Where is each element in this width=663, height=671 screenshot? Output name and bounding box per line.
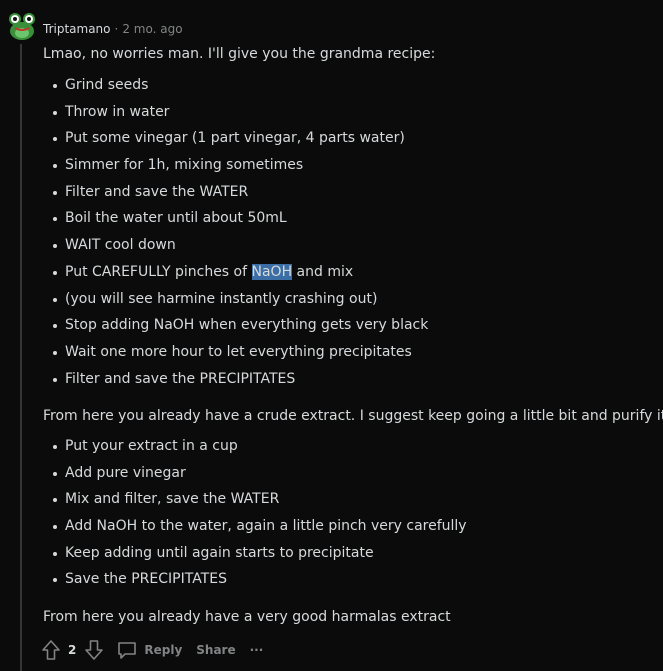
list-item: Filter and save the PRECIPITATES: [43, 366, 428, 393]
ellipsis-icon[interactable]: ···: [250, 643, 264, 657]
middle-paragraph: From here you already have a crude extra…: [43, 408, 663, 424]
step-text-before: Put CAREFULLY pinches of: [65, 263, 252, 280]
vote-count: 2: [68, 643, 77, 657]
arrow-down-icon[interactable]: [82, 638, 106, 662]
purify-list: Put your extract in a cup Add pure vineg…: [43, 433, 467, 593]
thread-line[interactable]: [20, 44, 22, 671]
reply-button[interactable]: Reply: [116, 639, 182, 661]
comment-actions: 2 Reply Share ···: [39, 638, 263, 662]
list-item: Boil the water until about 50mL: [43, 205, 428, 232]
comment-header: Triptamano · 2 mo. ago: [43, 20, 183, 38]
list-item: Stop adding NaOH when everything gets ve…: [43, 312, 428, 339]
intro-paragraph: Lmao, no worries man. I'll give you the …: [43, 46, 436, 62]
list-item: Mix and filter, save the WATER: [43, 486, 467, 513]
reply-label: Reply: [144, 643, 183, 657]
list-item: Filter and save the WATER: [43, 179, 428, 206]
list-item: Simmer for 1h, mixing sometimes: [43, 152, 428, 179]
arrow-up-icon[interactable]: [39, 638, 63, 662]
outro-paragraph: From here you already have a very good h…: [43, 609, 451, 625]
separator-dot: ·: [114, 22, 119, 36]
list-item: Grind seeds: [43, 72, 428, 99]
list-item: Add NaOH to the water, again a little pi…: [43, 513, 467, 540]
list-item-with-selection: Put CAREFULLY pinches of NaOH and mix: [43, 259, 428, 286]
list-item: Put your extract in a cup: [43, 433, 467, 460]
list-item: Put some vinegar (1 part vinegar, 4 part…: [43, 125, 428, 152]
selected-text: NaOH: [251, 263, 293, 280]
timestamp[interactable]: 2 mo. ago: [122, 22, 182, 36]
list-item: Keep adding until again starts to precip…: [43, 540, 467, 567]
speech-bubble-icon: [116, 639, 138, 661]
list-item: Add pure vinegar: [43, 460, 467, 487]
list-item: (you will see harmine instantly crashing…: [43, 286, 428, 313]
recipe-list: Grind seeds Throw in water Put some vine…: [43, 72, 428, 392]
author-name[interactable]: Triptamano: [43, 22, 111, 36]
list-item: WAIT cool down: [43, 232, 428, 259]
comment: Triptamano · 2 mo. ago Lmao, no worries …: [0, 0, 663, 671]
list-item: Throw in water: [43, 99, 428, 126]
share-button[interactable]: Share: [196, 643, 235, 657]
list-item: Save the PRECIPITATES: [43, 566, 467, 593]
step-text-after: and mix: [292, 263, 354, 280]
list-item: Wait one more hour to let everything pre…: [43, 339, 428, 366]
frog-avatar-icon[interactable]: [5, 8, 39, 42]
